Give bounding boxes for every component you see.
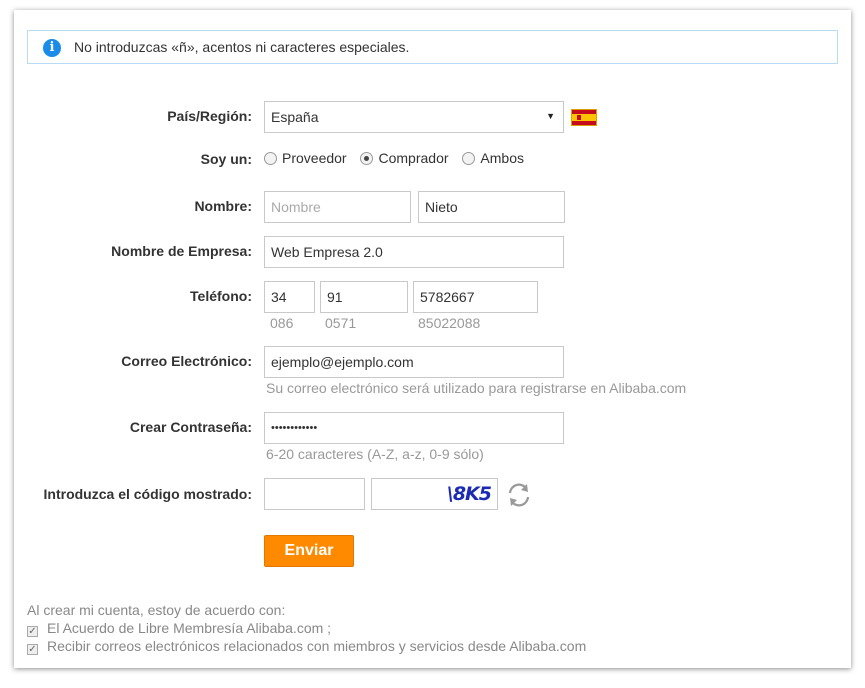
password-label: Crear Contraseña:	[129, 419, 252, 435]
role-option-label: Comprador	[378, 150, 449, 167]
terms-intro: Al crear mi cuenta, estoy de acuerdo con…	[27, 602, 286, 618]
terms-item-label: Recibir correos electrónicos relacionado…	[47, 638, 587, 654]
phone-country-code-input[interactable]	[264, 281, 315, 313]
terms-item: ✓ El Acuerdo de Libre Membresía Alibaba.c…	[27, 620, 331, 637]
captcha-label: Introduzca el código mostrado:	[43, 486, 252, 502]
spain-flag-icon	[571, 109, 597, 126]
radio-button-selected[interactable]	[360, 152, 374, 166]
phone-label: Teléfono:	[190, 288, 252, 304]
email-hint: Su correo electrónico será utilizado par…	[266, 380, 687, 396]
info-message: No introduzcas «ñ», acentos ni caractere…	[74, 39, 410, 55]
captcha-image: \8K5	[371, 478, 498, 510]
phone-country-hint: 086	[270, 315, 294, 331]
info-banner: i No introduzcas «ñ», acentos ni caracte…	[27, 30, 838, 64]
phone-area-code-input[interactable]	[320, 281, 408, 313]
role-option-label: Proveedor	[282, 150, 347, 167]
terms-item: ✓ Recibir correos electrónicos relacionad…	[27, 638, 586, 655]
role-option-ambos[interactable]: Ambos	[462, 150, 524, 166]
radio-button[interactable]	[462, 152, 476, 166]
role-radio-group: Proveedor Comprador Ambos	[264, 149, 534, 166]
phone-number-hint: 85022088	[418, 315, 481, 331]
chevron-down-icon: ▼	[546, 111, 555, 121]
company-label: Nombre de Empresa:	[111, 243, 252, 259]
role-label: Soy un:	[200, 151, 252, 167]
phone-number-input[interactable]	[413, 281, 538, 313]
captcha-code: \8K5	[446, 483, 492, 505]
checkbox-checked[interactable]: ✓	[27, 644, 38, 655]
info-icon: i	[43, 39, 61, 57]
password-hint: 6-20 caracteres (A-Z, a-z, 0-9 sólo)	[266, 446, 484, 462]
captcha-input[interactable]	[264, 478, 365, 510]
last-name-input[interactable]	[418, 191, 565, 223]
password-input[interactable]: ••••••••••••	[264, 412, 564, 444]
first-name-input[interactable]	[264, 191, 411, 223]
refresh-icon[interactable]	[506, 482, 532, 508]
country-value: España	[271, 109, 319, 125]
role-option-label: Ambos	[480, 150, 524, 167]
phone-area-hint: 0571	[325, 315, 357, 331]
terms-item-label: El Acuerdo de Libre Membresía Alibaba.co…	[47, 620, 332, 636]
role-option-proveedor[interactable]: Proveedor	[264, 150, 347, 166]
radio-button[interactable]	[264, 152, 277, 166]
country-select[interactable]: España ▼	[264, 101, 564, 133]
submit-button[interactable]: Enviar	[264, 535, 354, 567]
email-label: Correo Electrónico:	[121, 353, 252, 369]
country-label: País/Región:	[167, 108, 252, 124]
company-input[interactable]	[264, 236, 564, 268]
role-option-comprador[interactable]: Comprador	[360, 150, 449, 167]
name-label: Nombre:	[194, 198, 252, 214]
checkbox-checked[interactable]: ✓	[27, 626, 38, 637]
email-input[interactable]	[264, 346, 564, 378]
